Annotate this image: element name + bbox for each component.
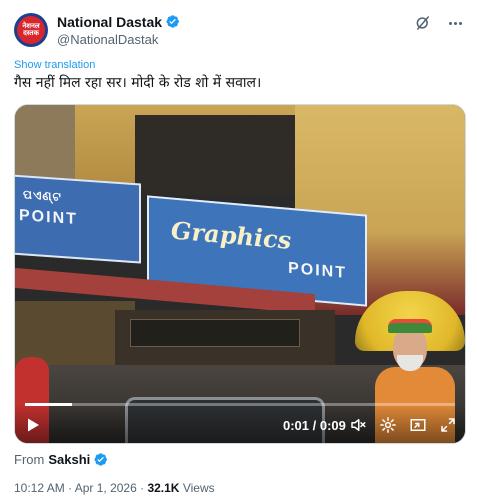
scene-building-window xyxy=(135,115,295,195)
meta-separator: · xyxy=(140,481,145,495)
verified-badge-icon xyxy=(166,15,179,28)
video-control-icons xyxy=(349,416,457,434)
header-actions xyxy=(414,14,464,32)
fullscreen-icon[interactable] xyxy=(439,416,457,434)
video-controls-row: 0:01 / 0:09 xyxy=(15,413,465,437)
from-label: From xyxy=(14,452,45,467)
avatar[interactable]: नेशनल दस्तक xyxy=(14,13,48,47)
verified-badge-icon xyxy=(94,453,108,466)
video-frame: ପଏଣ୍ଟ POINT Graphics POINT xyxy=(15,105,465,443)
scene-sign-left-bottom: POINT xyxy=(19,207,78,229)
grok-icon[interactable] xyxy=(414,14,432,32)
video-player[interactable]: ପଏଣ୍ଟ POINT Graphics POINT 0:01 / 0:09 xyxy=(14,104,466,444)
tweet-time[interactable]: 10:12 AM xyxy=(14,481,65,495)
handle[interactable]: @NationalDastak xyxy=(57,32,180,47)
scene-lower-sign xyxy=(130,319,300,347)
play-button[interactable] xyxy=(25,416,43,434)
picture-in-picture-icon[interactable] xyxy=(409,416,427,434)
avatar-logo: नेशनल दस्तक xyxy=(17,16,45,44)
scene-sign-left: ପଏଣ୍ଟ POINT xyxy=(15,174,141,264)
views-count: 32.1K xyxy=(147,481,180,495)
display-name[interactable]: National Dastak xyxy=(57,14,162,30)
more-options-icon[interactable] xyxy=(446,14,464,32)
settings-icon[interactable] xyxy=(379,416,397,434)
attribution-source[interactable]: Sakshi xyxy=(48,452,90,467)
video-progress-fill xyxy=(25,403,73,406)
scene-person-cap xyxy=(388,319,432,333)
tweet-text: गैस नहीं मिल रहा सर। मोदी के रोड शो में … xyxy=(14,75,262,91)
avatar-text: नेशनल दस्तक xyxy=(22,23,40,37)
meta-separator: · xyxy=(68,481,73,495)
author-names: National Dastak @NationalDastak xyxy=(57,14,180,47)
show-translation-link[interactable]: Show translation xyxy=(14,59,95,71)
scene-sign-left-top: ପଏଣ୍ଟ xyxy=(23,187,62,205)
media-attribution: From Sakshi xyxy=(14,452,108,467)
scene-sign-main-bottom: POINT xyxy=(288,259,347,282)
video-progress-bar[interactable] xyxy=(25,403,455,406)
mute-icon[interactable] xyxy=(349,416,367,434)
tweet-meta: 10:12 AM · Apr 1, 2026 · 32.1K Views xyxy=(14,481,215,495)
video-controls: 0:01 / 0:09 xyxy=(15,403,465,443)
tweet-date[interactable]: Apr 1, 2026 xyxy=(75,481,137,495)
video-time: 0:01 / 0:09 xyxy=(283,417,346,433)
display-name-row: National Dastak xyxy=(57,14,180,30)
scene-sign-main-top: Graphics xyxy=(171,215,292,255)
views-label: Views xyxy=(182,481,215,495)
play-icon xyxy=(28,418,39,432)
tweet-header: नेशनल दस्तक National Dastak @NationalDas… xyxy=(14,12,464,48)
